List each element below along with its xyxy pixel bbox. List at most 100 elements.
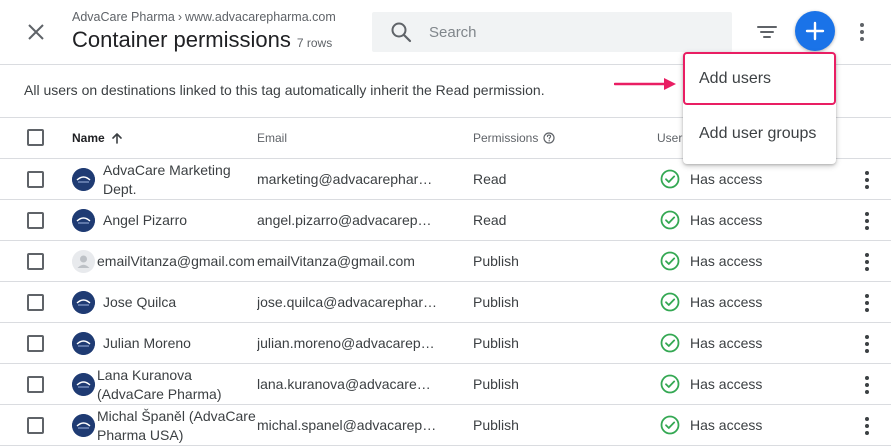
user-email: marketing@advacarephar… <box>257 171 433 187</box>
company-logo-icon <box>72 209 95 232</box>
avatar <box>72 168 95 191</box>
row-checkbox[interactable] <box>27 294 44 311</box>
user-email: michal.spanel@advacarep… <box>257 417 437 433</box>
pointer-arrow-icon <box>614 78 676 90</box>
check-circle-icon <box>660 415 680 435</box>
column-header-name[interactable]: Name <box>72 131 123 145</box>
check-circle-icon <box>660 210 680 230</box>
row-more-icon[interactable] <box>858 168 876 192</box>
access-status: Has access <box>690 417 763 433</box>
avatar <box>72 291 95 314</box>
check-circle-icon <box>660 292 680 312</box>
add-button[interactable] <box>795 11 835 51</box>
user-name: emailVitanza@gmail.com <box>97 253 255 269</box>
check-circle-icon <box>660 251 680 271</box>
search-icon <box>391 22 412 43</box>
table-row[interactable]: Michal Španěl (AdvaCare Pharma USA) mich… <box>0 405 891 446</box>
avatar <box>72 332 95 355</box>
search-bar[interactable] <box>372 12 732 52</box>
title-area: Container permissions 7 rows <box>72 27 332 53</box>
close-button[interactable] <box>22 18 50 46</box>
user-permission: Publish <box>473 376 519 392</box>
search-input[interactable] <box>429 23 709 41</box>
company-logo-icon <box>72 373 95 396</box>
menu-item-add-users[interactable]: Add users <box>683 52 836 105</box>
avatar <box>72 209 95 232</box>
filter-button[interactable] <box>754 20 780 44</box>
more-vert-icon <box>860 23 864 41</box>
row-checkbox[interactable] <box>27 376 44 393</box>
user-name: Jose Quilca <box>103 294 177 310</box>
company-logo-icon <box>72 414 95 437</box>
row-checkbox[interactable] <box>27 212 44 229</box>
row-count: 7 rows <box>296 36 333 50</box>
breadcrumb: AdvaCare Pharma › www.advacarepharma.com <box>72 10 336 24</box>
table-row[interactable]: AdvaCare Marketing Dept. marketing@advac… <box>0 159 891 200</box>
table-row[interactable]: Julian Moreno julian.moreno@advacareph… … <box>0 323 891 364</box>
check-circle-icon <box>660 374 680 394</box>
check-circle-icon <box>660 169 680 189</box>
column-header-email[interactable]: Email <box>257 131 287 145</box>
row-more-icon[interactable] <box>858 250 876 274</box>
company-logo-icon <box>72 291 95 314</box>
table-row[interactable]: Jose Quilca jose.quilca@advacarephar… Pu… <box>0 282 891 323</box>
column-name-label: Name <box>72 131 105 145</box>
user-name: Angel Pizarro <box>103 212 188 228</box>
user-email: angel.pizarro@advacareph… <box>257 212 437 228</box>
table-row[interactable]: emailVitanza@gmail.com emailVitanza@gmai… <box>0 241 891 282</box>
breadcrumb-separator: › <box>177 10 182 24</box>
row-more-icon[interactable] <box>858 209 876 233</box>
inherit-notice: All users on destinations linked to this… <box>24 82 545 98</box>
row-more-icon[interactable] <box>858 291 876 315</box>
check-circle-icon <box>660 333 680 353</box>
user-email: jose.quilca@advacarephar… <box>257 294 437 310</box>
person-icon <box>72 250 95 273</box>
select-all-checkbox[interactable] <box>27 129 44 146</box>
access-status: Has access <box>690 212 763 228</box>
row-checkbox[interactable] <box>27 171 44 188</box>
help-icon[interactable] <box>543 132 555 144</box>
user-permission: Publish <box>473 417 519 433</box>
row-more-icon[interactable] <box>858 332 876 356</box>
access-status: Has access <box>690 171 763 187</box>
user-permission: Publish <box>473 253 519 269</box>
user-name: Julian Moreno <box>103 335 191 351</box>
column-permissions-label: Permissions <box>473 131 539 145</box>
row-more-icon[interactable] <box>858 414 876 438</box>
column-header-permissions[interactable]: Permissions <box>473 131 555 145</box>
user-name: AdvaCare Marketing Dept. <box>103 161 231 197</box>
avatar <box>72 414 95 437</box>
breadcrumb-account[interactable]: AdvaCare Pharma <box>72 10 175 24</box>
plus-icon <box>805 21 825 41</box>
row-more-icon[interactable] <box>858 373 876 397</box>
company-logo-icon <box>72 168 95 191</box>
user-permission: Publish <box>473 294 519 310</box>
table-row[interactable]: Lana Kuranova (AdvaCare Pharma) lana.kur… <box>0 364 891 405</box>
more-options-button[interactable] <box>852 20 872 44</box>
user-permission: Publish <box>473 335 519 351</box>
avatar <box>72 373 95 396</box>
row-checkbox[interactable] <box>27 417 44 434</box>
access-status: Has access <box>690 376 763 392</box>
page-title: Container permissions <box>72 27 291 52</box>
row-checkbox[interactable] <box>27 253 44 270</box>
user-permission: Read <box>473 212 507 228</box>
user-email: emailVitanza@gmail.com <box>257 253 415 269</box>
column-header-user[interactable]: User <box>657 131 682 145</box>
user-name: Michal Španěl (AdvaCare Pharma USA) <box>97 407 256 443</box>
user-email: julian.moreno@advacareph… <box>257 335 437 351</box>
avatar <box>72 250 95 273</box>
sort-arrow-up-icon <box>111 133 122 144</box>
user-email: lana.kuranova@advacarep… <box>257 376 437 392</box>
add-dropdown-menu: Add users Add user groups <box>683 52 836 164</box>
access-status: Has access <box>690 294 763 310</box>
user-permission: Read <box>473 171 507 187</box>
close-icon <box>28 24 44 40</box>
filter-icon <box>757 26 777 38</box>
table-row[interactable]: Angel Pizarro angel.pizarro@advacareph… … <box>0 200 891 241</box>
access-status: Has access <box>690 335 763 351</box>
company-logo-icon <box>72 332 95 355</box>
row-checkbox[interactable] <box>27 335 44 352</box>
breadcrumb-container[interactable]: www.advacarepharma.com <box>185 10 336 24</box>
menu-item-add-user-groups[interactable]: Add user groups <box>683 106 836 162</box>
